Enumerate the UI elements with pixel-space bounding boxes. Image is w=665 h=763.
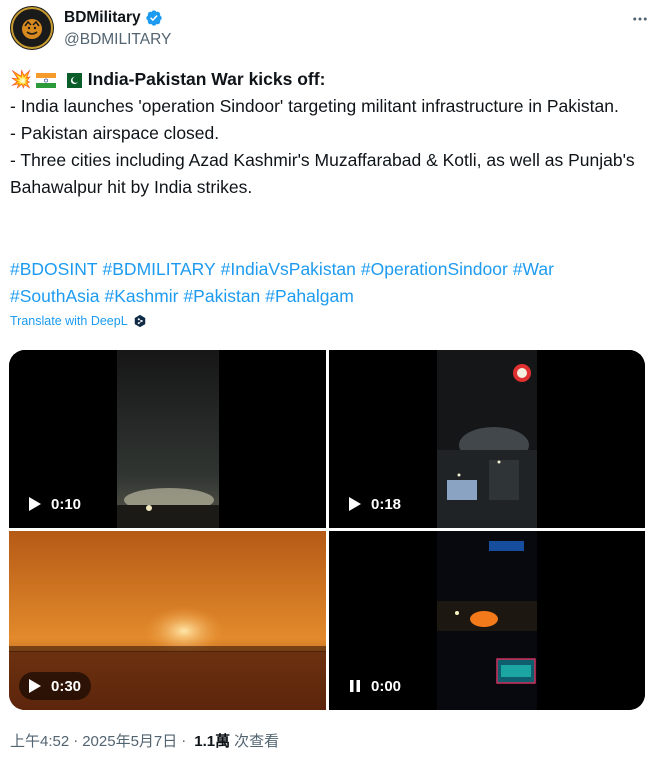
- video-duration: 0:18: [371, 495, 402, 513]
- pause-icon: [350, 680, 360, 692]
- india-flag-icon: [35, 73, 56, 88]
- post-headline: India-Pakistan War kicks off:: [87, 69, 326, 89]
- translate-label: Translate with DeepL: [10, 314, 128, 328]
- hashtag-link[interactable]: #OperationSindoor: [361, 259, 508, 279]
- hashtag-link[interactable]: #Kashmir: [105, 286, 179, 306]
- explosion-emoji-icon: 💥: [10, 69, 32, 89]
- handle[interactable]: @BDMILITARY: [64, 31, 171, 49]
- verified-badge-icon: [145, 10, 162, 26]
- more-options-button[interactable]: [629, 8, 651, 30]
- video-duration: 0:10: [51, 495, 82, 513]
- meta-separator: ·: [181, 732, 187, 749]
- post-meta: 上午4:52 · 2025年5月7日 · 1.1萬 次查看: [10, 730, 279, 751]
- play-icon: [29, 497, 41, 511]
- hashtag-link[interactable]: #IndiaVsPakistan: [221, 259, 356, 279]
- hashtag-link[interactable]: #Pakistan: [183, 286, 260, 306]
- play-icon: [29, 679, 41, 693]
- pakistan-flag-icon: [61, 73, 82, 88]
- video-play-control[interactable]: 0:30: [19, 672, 92, 700]
- hashtag-link[interactable]: #BDOSINT: [10, 259, 98, 279]
- video-thumbnail[interactable]: 0:10: [9, 350, 326, 528]
- video-duration: 0:00: [371, 677, 402, 695]
- more-icon: [633, 17, 647, 21]
- views-count: 1.1萬: [194, 733, 231, 750]
- video-play-control[interactable]: 0:00: [339, 672, 412, 700]
- views-label: 次查看: [234, 733, 280, 750]
- video-thumbnail[interactable]: 0:18: [329, 350, 645, 528]
- translate-link[interactable]: Translate with DeepL: [10, 314, 147, 328]
- hashtag-link[interactable]: #BDMILITARY: [103, 259, 216, 279]
- hashtag-link[interactable]: #SouthAsia: [10, 286, 100, 306]
- hashtag-list: #BDOSINT #BDMILITARY #IndiaVsPakistan #Oper…: [10, 256, 650, 310]
- post-header: BDMilitary @BDMILITARY: [10, 6, 655, 54]
- post-date[interactable]: 2025年5月7日: [82, 730, 177, 751]
- post-line-1: - India launches 'operation Sindoor' tar…: [10, 96, 619, 116]
- video-play-control[interactable]: 0:10: [19, 490, 92, 518]
- video-thumbnail[interactable]: 0:00: [329, 531, 645, 710]
- post-text: 💥 India-Pakistan War kicks off: - India l…: [10, 66, 650, 201]
- hashtag-link[interactable]: #War: [513, 259, 554, 279]
- video-duration: 0:30: [51, 677, 82, 695]
- video-play-control[interactable]: 0:18: [339, 490, 412, 518]
- tiger-logo-icon: [11, 7, 53, 49]
- meta-separator: ·: [73, 732, 79, 749]
- media-grid: 0:10 0:18 0:30 0:00: [9, 350, 645, 710]
- hashtag-link[interactable]: #Pahalgam: [265, 286, 354, 306]
- post-line-2: - Pakistan airspace closed.: [10, 123, 220, 143]
- play-icon: [349, 497, 361, 511]
- deepl-icon: [134, 314, 145, 328]
- post-line-3: - Three cities including Azad Kashmir's …: [10, 150, 640, 197]
- display-name[interactable]: BDMilitary: [64, 9, 141, 27]
- video-thumbnail[interactable]: 0:30: [9, 531, 326, 710]
- avatar[interactable]: [10, 6, 54, 50]
- post-time[interactable]: 上午4:52: [10, 730, 69, 751]
